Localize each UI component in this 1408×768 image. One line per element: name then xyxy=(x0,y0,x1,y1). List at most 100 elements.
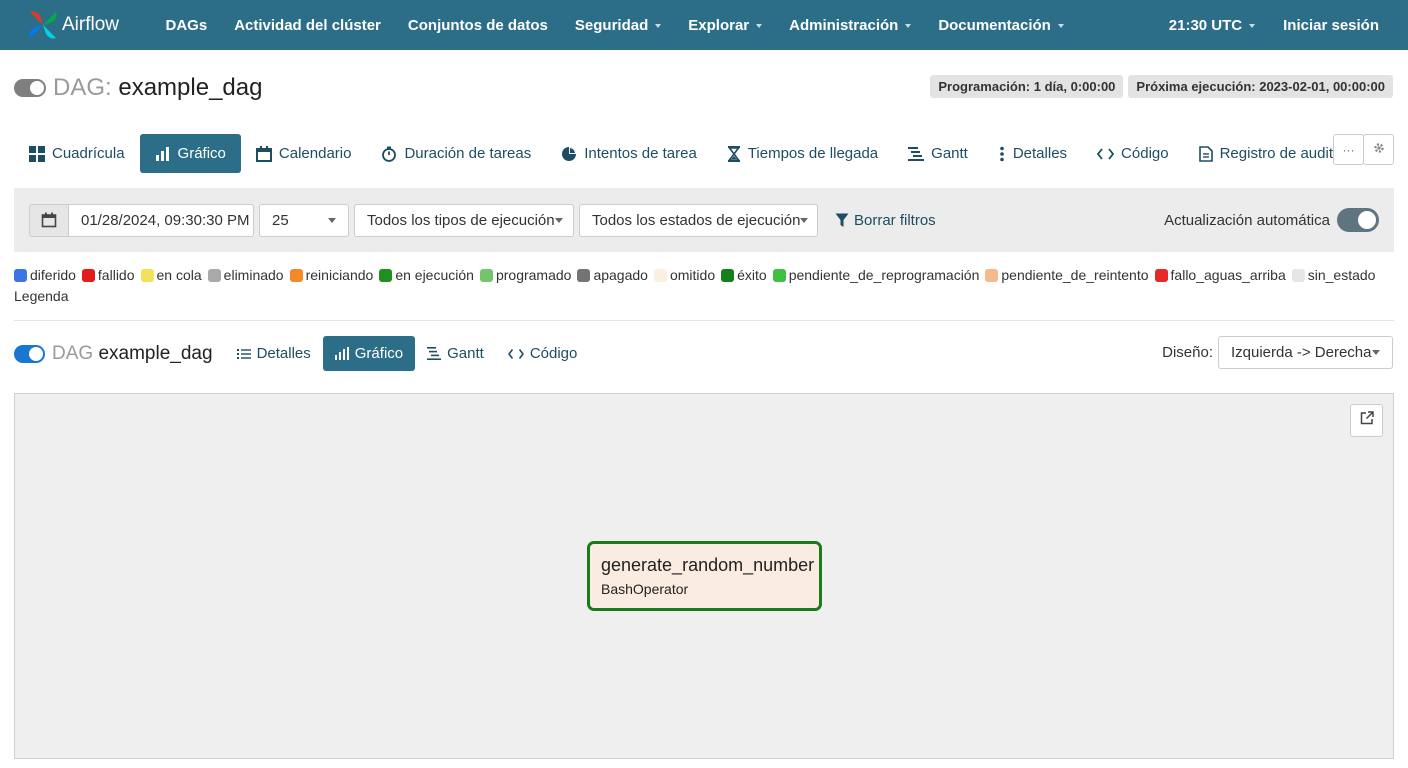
tab-task-duration[interactable]: Duración de tareas xyxy=(366,134,546,173)
tab-details[interactable]: Detalles xyxy=(983,134,1082,173)
chevron-down-icon xyxy=(905,24,912,28)
chevron-down-icon xyxy=(756,24,763,28)
bar-chart-icon xyxy=(155,146,171,162)
dag-title-name: example_dag xyxy=(118,74,263,101)
code-icon xyxy=(507,348,524,360)
state-legend: diferido fallido en cola eliminado reinician… xyxy=(14,267,1381,283)
airflow-logo-icon xyxy=(26,8,60,42)
legend-label: en cola xyxy=(156,267,202,283)
more-options-button[interactable]: ··· xyxy=(1333,134,1364,165)
list-icon xyxy=(236,348,251,360)
legend-swatch xyxy=(289,268,303,282)
task-node-name: generate_random_number xyxy=(601,555,815,575)
num-runs-value: 25 xyxy=(272,211,289,229)
nav-datasets[interactable]: Conjuntos de datos xyxy=(394,17,561,34)
tab-grid[interactable]: Cuadrícula xyxy=(14,134,140,173)
base-date-picker[interactable]: 01/28/2024, 09:30:30 PM xyxy=(29,203,254,237)
calendar-icon[interactable] xyxy=(29,203,69,237)
legend-swatch xyxy=(379,268,393,282)
gantt-icon xyxy=(427,347,442,360)
nav-datasets-label: Conjuntos de datos xyxy=(407,16,548,34)
nav-security[interactable]: Seguridad xyxy=(561,17,674,34)
legend-label: éxito xyxy=(737,267,767,283)
nav-dags[interactable]: DAGs xyxy=(152,17,221,34)
tab-calendar[interactable]: Calendario xyxy=(241,134,367,173)
legend-label: apagado xyxy=(593,267,648,283)
fullscreen-button[interactable] xyxy=(1350,404,1383,437)
tab-gantt-label: Gantt xyxy=(931,145,968,162)
graph-dag-prefix: DAG xyxy=(52,342,94,364)
layout-select[interactable]: Izquierda -> Derecha xyxy=(1218,336,1393,369)
nav-cluster-activity-label: Actividad del clúster xyxy=(234,16,381,34)
gear-icon xyxy=(1373,142,1385,157)
tab-gantt[interactable]: Gantt xyxy=(893,134,983,173)
tab-grid-label: Cuadrícula xyxy=(52,145,125,162)
legend-label: en ejecución xyxy=(395,267,474,283)
legend-label: pendiente_de_reprogramación xyxy=(788,267,980,283)
legend-item: fallo_aguas_arriba xyxy=(1154,267,1286,283)
run-state-select[interactable]: Todos los estados de ejecución xyxy=(579,203,818,237)
auto-refresh-label: Actualización automática xyxy=(1164,211,1330,229)
graph-tab-gantt-label: Gantt xyxy=(447,345,484,362)
gantt-icon xyxy=(908,146,925,162)
bar-chart-icon xyxy=(334,347,349,360)
task-node[interactable]: generate_random_number BashOperator xyxy=(587,541,822,611)
legend-item: sin_estado xyxy=(1291,267,1376,283)
legend-label: fallido xyxy=(97,267,135,283)
dag-pause-toggle[interactable] xyxy=(14,79,46,97)
legend-item: eliminado xyxy=(207,267,284,283)
nav-admin-label: Administración xyxy=(789,16,899,34)
graph-tab-graph[interactable]: Gráfico xyxy=(322,336,416,371)
login-link[interactable]: Iniciar sesión xyxy=(1269,17,1393,34)
tab-code[interactable]: Código xyxy=(1082,134,1184,173)
base-date-input[interactable]: 01/28/2024, 09:30:30 PM xyxy=(69,203,254,237)
run-type-value: Todos los tipos de ejecución xyxy=(367,211,555,229)
run-type-select[interactable]: Todos los tipos de ejecución xyxy=(354,203,574,237)
nav-docs[interactable]: Documentación xyxy=(925,17,1078,34)
tab-task-tries[interactable]: Intentos de tarea xyxy=(546,134,712,173)
tab-landing-times[interactable]: Tiempos de llegada xyxy=(712,134,893,173)
legend-item: fallido xyxy=(81,267,135,283)
legend-item: en cola xyxy=(140,267,202,283)
clear-filters-button[interactable]: Borrar filtros xyxy=(835,212,936,229)
graph-tab-code[interactable]: Código xyxy=(496,336,590,371)
calendar-icon xyxy=(255,145,272,162)
login-label: Iniciar sesión xyxy=(1283,16,1379,34)
nav-browse[interactable]: Explorar xyxy=(675,17,776,34)
num-runs-select[interactable]: 25 xyxy=(259,203,349,237)
grid-icon xyxy=(29,145,45,162)
brand-name: Airflow xyxy=(62,14,120,35)
nav-timezone[interactable]: 21:30 UTC xyxy=(1155,17,1269,34)
legend-swatch xyxy=(985,268,999,282)
tab-task-duration-label: Duración de tareas xyxy=(404,145,532,162)
nav-docs-label: Documentación xyxy=(938,16,1051,34)
vertical-ellipsis-icon xyxy=(998,146,1006,162)
legend-swatch xyxy=(1154,268,1168,282)
stopwatch-icon xyxy=(381,146,397,162)
schedule-badge: Programación: 1 día, 0:00:00 xyxy=(930,75,1124,98)
legend-label: fallo_aguas_arriba xyxy=(1170,267,1286,283)
graph-dag-toggle[interactable] xyxy=(14,344,45,363)
settings-button[interactable] xyxy=(1363,134,1394,165)
legend-swatch xyxy=(140,268,154,282)
nav-admin[interactable]: Administración xyxy=(776,17,925,34)
graph-dag-name: example_dag xyxy=(98,342,213,364)
nav-cluster-activity[interactable]: Actividad del clúster xyxy=(221,17,395,34)
auto-refresh-toggle[interactable] xyxy=(1337,208,1379,232)
brand[interactable]: Airflow xyxy=(26,8,146,42)
chevron-down-icon xyxy=(1249,24,1256,28)
top-navbar: Airflow DAGs Actividad del clúster Conju… xyxy=(0,0,1408,50)
legend-swatch xyxy=(81,268,95,282)
tab-graph[interactable]: Gráfico xyxy=(139,134,241,173)
nav-time-label: 21:30 UTC xyxy=(1168,16,1243,34)
legend-swatch xyxy=(577,268,591,282)
legend-swatch xyxy=(772,268,786,282)
legend-label: sin_estado xyxy=(1307,267,1376,283)
layout-label: Diseño: xyxy=(1162,344,1213,361)
graph-header: DAG example_dag Detalles Gráfico Gantt C… xyxy=(14,336,589,371)
graph-tab-details[interactable]: Detalles xyxy=(225,336,323,371)
graph-tab-gantt[interactable]: Gantt xyxy=(415,336,496,371)
hourglass-icon xyxy=(727,145,741,162)
legend-title: Legenda xyxy=(14,288,69,304)
graph-canvas[interactable]: generate_random_number BashOperator xyxy=(14,393,1394,759)
